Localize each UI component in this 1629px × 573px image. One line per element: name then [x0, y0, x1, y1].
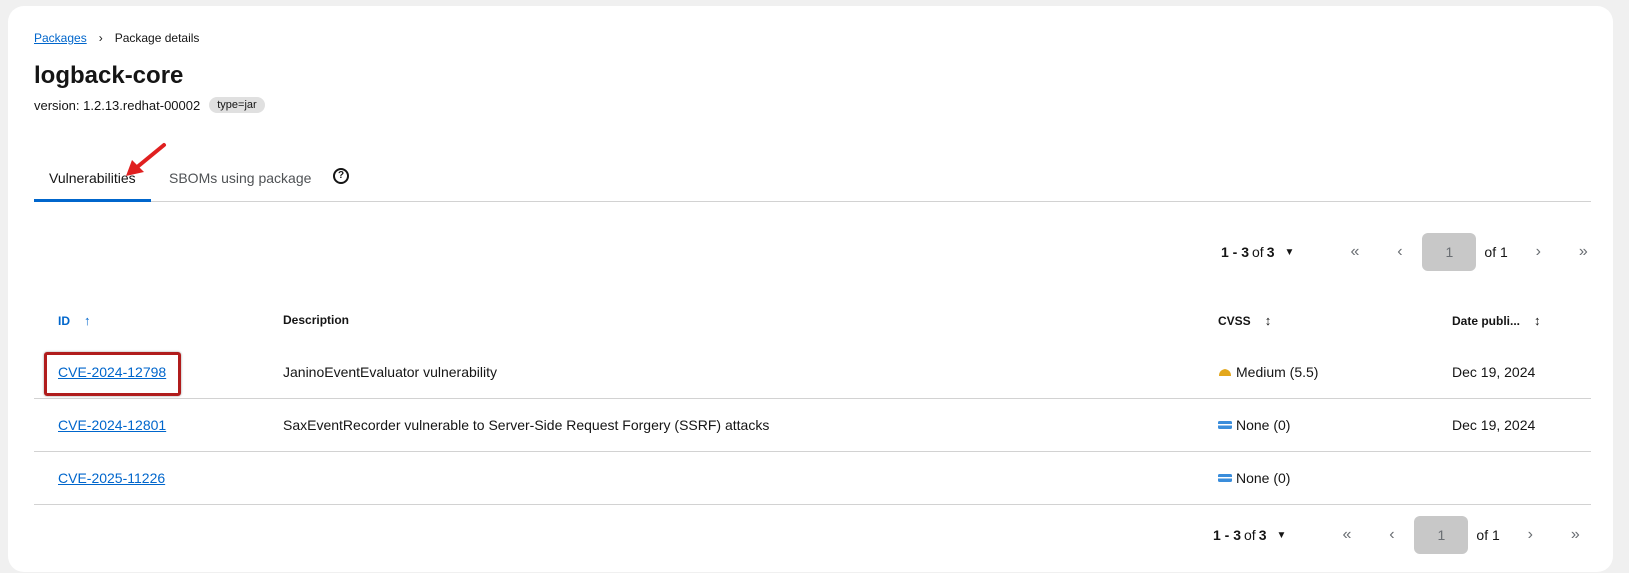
tab-sboms-label: SBOMs using package [169, 170, 312, 186]
previous-page-icon[interactable]: ‹ [1377, 243, 1422, 261]
pagination-total: 3 [1258, 527, 1267, 543]
pagination-of-pages: of 1 [1476, 527, 1500, 543]
cvss-cell: None (0) [1218, 399, 1290, 451]
sort-icon: ↕ [1264, 313, 1272, 328]
last-page-icon[interactable]: » [1553, 526, 1598, 544]
pagination-range: 1 - 3 [1221, 244, 1250, 260]
page-title: logback-core [34, 62, 184, 89]
date-cell: Dec 19, 2024 [1452, 417, 1536, 433]
column-cvss-label: CVSS [1218, 313, 1251, 328]
pagination-top: 1 - 3 of 3 ▼ « ‹ 1 of 1 › » [1221, 233, 1606, 271]
cve-link[interactable]: CVE-2024-12801 [58, 417, 166, 433]
caret-down-icon: ▼ [1284, 246, 1295, 258]
date-cell: Dec 19, 2024 [1452, 364, 1536, 380]
column-id-label: ID [58, 313, 70, 328]
tab-vulnerabilities-label: Vulnerabilities [49, 170, 136, 186]
cvss-cell: Medium (5.5) [1218, 346, 1318, 398]
severity-none-icon [1218, 474, 1232, 482]
sort-ascending-icon: ↑ [84, 313, 91, 328]
help-icon[interactable]: ? [333, 168, 349, 184]
severity-medium-icon [1219, 369, 1231, 376]
first-page-icon[interactable]: « [1324, 526, 1369, 544]
version-line: version: 1.2.13.redhat-00002 type=jar [34, 97, 265, 113]
description-cell: SaxEventRecorder vulnerable to Server-Si… [283, 417, 770, 433]
page-number-input[interactable]: 1 [1414, 516, 1469, 554]
cvss-value: Medium (5.5) [1236, 364, 1319, 380]
previous-page-icon[interactable]: ‹ [1369, 526, 1414, 544]
pagination-of-pages: of 1 [1484, 244, 1508, 260]
pagination-total: 3 [1266, 244, 1275, 260]
sort-icon: ↕ [1534, 313, 1541, 328]
cvss-cell: None (0) [1218, 452, 1290, 504]
cvss-value: None (0) [1236, 470, 1291, 486]
type-badge: type=jar [209, 97, 265, 113]
cve-link[interactable]: CVE-2025-11226 [58, 470, 165, 486]
pagination-of: of [1244, 527, 1256, 543]
breadcrumb-separator-icon: › [98, 31, 103, 45]
page-number-input[interactable]: 1 [1422, 233, 1477, 271]
caret-down-icon: ▼ [1276, 529, 1287, 541]
first-page-icon[interactable]: « [1332, 243, 1377, 261]
last-page-icon[interactable]: » [1561, 243, 1606, 261]
breadcrumb-packages-link[interactable]: Packages [34, 31, 87, 45]
tab-sboms-using-package[interactable]: SBOMs using package [169, 155, 311, 201]
column-header-id[interactable]: ID ↑ [58, 313, 91, 328]
table-row: CVE-2025-11226 None (0) [34, 452, 1591, 505]
column-header-description: Description [283, 313, 349, 327]
annotation-arrow-icon [126, 143, 166, 176]
pagination-bottom: 1 - 3 of 3 ▼ « ‹ 1 of 1 › » [1213, 516, 1598, 554]
column-header-date[interactable]: Date publi... ↕ [1452, 313, 1541, 328]
table-row: CVE-2024-12801 SaxEventRecorder vulnerab… [34, 399, 1591, 452]
tab-bar: Vulnerabilities SBOMs using package ? [34, 155, 1591, 202]
next-page-icon[interactable]: › [1508, 526, 1553, 544]
description-cell: JaninoEventEvaluator vulnerability [283, 364, 498, 380]
breadcrumb: Packages › Package details [34, 30, 199, 46]
cvss-value: None (0) [1236, 417, 1291, 433]
column-description-label: Description [283, 313, 350, 327]
annotation-highlight-box [44, 352, 181, 396]
version-text: version: 1.2.13.redhat-00002 [34, 97, 201, 113]
severity-none-icon [1218, 421, 1232, 429]
next-page-icon[interactable]: › [1516, 243, 1561, 261]
per-page-toggle[interactable]: 1 - 3 of 3 ▼ [1221, 244, 1294, 260]
column-date-label: Date publi... [1452, 313, 1521, 328]
breadcrumb-current: Package details [114, 31, 200, 45]
pagination-of: of [1252, 244, 1264, 260]
per-page-toggle[interactable]: 1 - 3 of 3 ▼ [1213, 527, 1286, 543]
column-header-cvss[interactable]: CVSS ↕ [1218, 313, 1271, 328]
table-row: CVE-2024-12798 JaninoEventEvaluator vuln… [34, 346, 1591, 399]
pagination-range: 1 - 3 [1213, 527, 1242, 543]
